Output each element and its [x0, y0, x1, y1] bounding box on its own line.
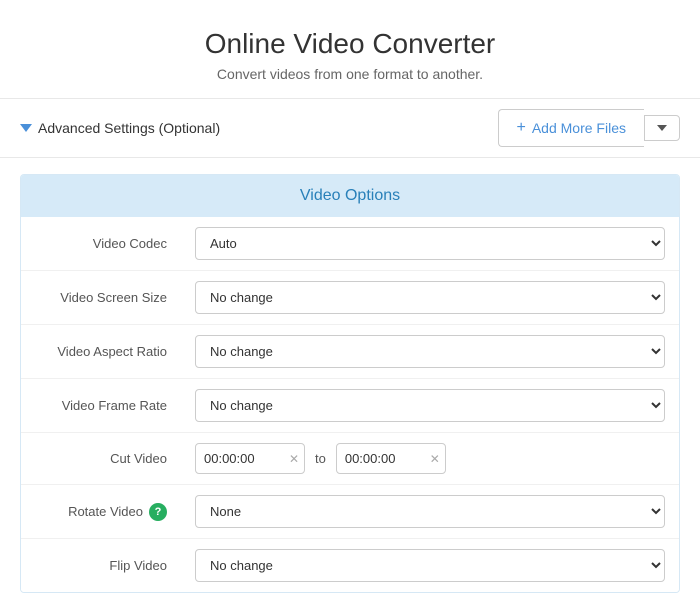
- option-label-video-screen-size: Video Screen Size: [21, 271, 181, 325]
- option-control: None90° Clockwise180°90° Counter-Clockwi…: [181, 485, 679, 539]
- cut-end-clear[interactable]: ✕: [430, 452, 440, 466]
- select-video-codec[interactable]: AutoH.264H.265MPEG-4VP9: [195, 227, 665, 260]
- select-flip-video[interactable]: No changeHorizontalVertical: [195, 549, 665, 582]
- option-control: No changeHorizontalVertical: [181, 539, 679, 593]
- add-files-dropdown-button[interactable]: [644, 115, 680, 141]
- table-row: Video Codec AutoH.264H.265MPEG-4VP9: [21, 217, 679, 271]
- toolbar: Advanced Settings (Optional) + Add More …: [0, 98, 700, 158]
- option-control: No change24253060: [181, 379, 679, 433]
- table-row: Cut Video ✕ to ✕: [21, 433, 679, 485]
- advanced-settings-toggle[interactable]: Advanced Settings (Optional): [20, 120, 220, 136]
- option-label-flip-video: Flip Video: [21, 539, 181, 593]
- option-control: ✕ to ✕: [181, 433, 679, 485]
- table-row: Video Frame Rate No change24253060: [21, 379, 679, 433]
- page-header: Online Video Converter Convert videos fr…: [0, 0, 700, 98]
- to-label: to: [315, 451, 326, 466]
- rotate-video-label: Rotate Video?: [21, 485, 181, 539]
- option-control: AutoH.264H.265MPEG-4VP9: [181, 217, 679, 271]
- add-files-label: Add More Files: [532, 120, 626, 136]
- option-label-video-codec: Video Codec: [21, 217, 181, 271]
- cut-video-control: ✕ to ✕: [195, 443, 665, 474]
- table-row: Rotate Video? None90° Clockwise180°90° Co…: [21, 485, 679, 539]
- toolbar-right: + Add More Files: [498, 109, 681, 147]
- advanced-settings-label: Advanced Settings (Optional): [38, 120, 220, 136]
- help-icon[interactable]: ?: [149, 503, 167, 521]
- main-content: Video Options Video Codec AutoH.264H.265M…: [0, 158, 700, 593]
- cut-end-wrapper: ✕: [336, 443, 446, 474]
- page-title: Online Video Converter: [20, 28, 680, 60]
- add-files-button[interactable]: + Add More Files: [498, 109, 645, 147]
- select-rotate-video[interactable]: None90° Clockwise180°90° Counter-Clockwi…: [195, 495, 665, 528]
- table-row: Video Screen Size No change640x4801280x72…: [21, 271, 679, 325]
- option-label-video-aspect-ratio: Video Aspect Ratio: [21, 325, 181, 379]
- triangle-down-icon: [20, 124, 32, 132]
- select-video-aspect-ratio[interactable]: No change4:316:91:1: [195, 335, 665, 368]
- select-video-frame-rate[interactable]: No change24253060: [195, 389, 665, 422]
- video-options-header: Video Options: [21, 175, 679, 217]
- cut-start-wrapper: ✕: [195, 443, 305, 474]
- cut-start-clear[interactable]: ✕: [289, 452, 299, 466]
- cut-video-label: Cut Video: [21, 433, 181, 485]
- option-label-video-frame-rate: Video Frame Rate: [21, 379, 181, 433]
- options-table: Video CodecAutoH.264H.265MPEG-4VP9Video …: [21, 217, 679, 592]
- chevron-down-icon: [657, 125, 667, 131]
- page-subtitle: Convert videos from one format to anothe…: [20, 66, 680, 82]
- select-video-screen-size[interactable]: No change640x4801280x7201920x1080: [195, 281, 665, 314]
- option-control: No change640x4801280x7201920x1080: [181, 271, 679, 325]
- rotate-label-text: Rotate Video: [68, 504, 143, 519]
- table-row: Flip Video No changeHorizontalVertical: [21, 539, 679, 593]
- table-row: Video Aspect Ratio No change4:316:91:1: [21, 325, 679, 379]
- video-options-section: Video Options Video Codec AutoH.264H.265M…: [20, 174, 680, 593]
- rotate-label-wrapper: Rotate Video?: [35, 503, 167, 521]
- option-control: No change4:316:91:1: [181, 325, 679, 379]
- plus-icon: +: [517, 119, 526, 137]
